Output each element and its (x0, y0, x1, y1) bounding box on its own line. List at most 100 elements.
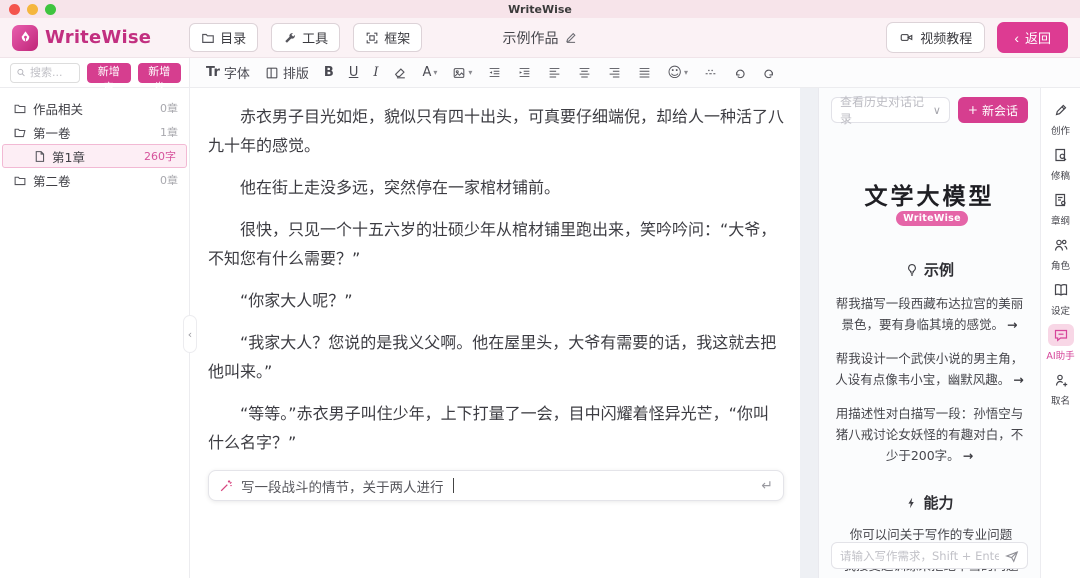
rail-item-label: 设定 (1051, 303, 1070, 317)
rail-item-label: 角色 (1051, 258, 1070, 272)
align-justify-icon (637, 66, 652, 79)
video-tutorial-button[interactable]: 视频教程 (886, 22, 985, 53)
titlebar: WriteWise (0, 0, 1080, 18)
chevron-down-icon: ∨ (933, 104, 941, 117)
align-left-button[interactable] (547, 66, 562, 79)
clear-format-button[interactable] (393, 66, 407, 80)
ai-chat-input[interactable] (840, 549, 999, 563)
brand: WriteWise (12, 25, 151, 51)
font-color-button[interactable]: A▾ (422, 65, 437, 80)
window-title: WriteWise (0, 3, 1080, 16)
sidebar-collapse-handle[interactable]: ‹ (183, 315, 197, 353)
image-insert-button[interactable]: ▾ (452, 66, 472, 80)
font-menu[interactable]: Tr 字体 (206, 63, 250, 82)
layout-menu[interactable]: 排版 (265, 63, 309, 82)
edit-pencil-icon[interactable] (565, 31, 578, 44)
chapter-count: 0章 (160, 172, 178, 188)
align-right-button[interactable] (607, 66, 622, 79)
indent-button[interactable] (517, 66, 532, 79)
divider-insert-button[interactable] (703, 66, 718, 79)
document-title: 示例作品 (503, 28, 578, 48)
content-area: 作品相关 0章 第一卷 1章 第1章 260字 第二卷 0章 ‹ (0, 88, 1080, 578)
ai-assistant-panel: 查看历史对话记录 ∨ + 新会话 文学大模型WriteWise 示例 帮我描写一… (818, 88, 1040, 578)
word-count: 260字 (144, 148, 176, 164)
pen-icon (1053, 102, 1069, 118)
paragraph: “我家大人？您说的是我义父啊。他在屋里头，大爷有需要的话，我这就去把他叫来。” (208, 328, 784, 386)
new-volume-button[interactable]: 新增卷 (138, 63, 182, 83)
document-outline-icon (1053, 192, 1069, 208)
example-prompt[interactable]: 帮我设计一个武侠小说的男主角，人设有点像韦小宝，幽默风趣。→ (832, 348, 1028, 390)
redo-icon (762, 66, 776, 79)
search-input[interactable] (30, 66, 74, 79)
tools-button[interactable]: 工具 (271, 23, 340, 52)
layout-icon (265, 66, 279, 80)
examples-title: 示例 (924, 259, 954, 280)
history-dropdown-placeholder: 查看历史对话记录 (840, 93, 933, 127)
redo-button[interactable] (762, 66, 776, 79)
tree-item-chapter-1[interactable]: 第1章 260字 (2, 144, 187, 168)
underline-button[interactable]: U (349, 65, 359, 80)
chevron-left-icon: ‹ (1014, 31, 1019, 45)
back-button[interactable]: ‹ 返回 (997, 22, 1068, 53)
search-icon (16, 67, 26, 78)
inline-ai-prompt-box[interactable]: 写一段战斗的情节，关于两人进行 ↵ (208, 470, 784, 501)
wrench-icon (283, 31, 297, 45)
framework-button[interactable]: 框架 (353, 23, 422, 52)
tree-item-volume-1[interactable]: 第一卷 1章 (0, 120, 189, 144)
italic-button[interactable]: I (373, 65, 378, 80)
tree-item-label: 第一卷 (33, 123, 71, 142)
rail-item-label: 章纲 (1051, 213, 1070, 227)
text-cursor (453, 478, 454, 493)
send-icon[interactable] (1005, 549, 1019, 563)
align-left-icon (547, 66, 562, 79)
align-center-icon (577, 66, 592, 79)
outdent-button[interactable] (487, 66, 502, 79)
paragraph: 他在街上走没多远，突然停在一家棺材铺前。 (208, 173, 784, 202)
new-chapter-button[interactable]: 新增章 (87, 63, 131, 83)
rail-item-label: 修稿 (1051, 168, 1070, 182)
model-badge: WriteWise (896, 211, 968, 226)
toolbar-row: 新增章 新增卷 Tr 字体 排版 B U I A▾ ▾ (0, 58, 1080, 88)
font-menu-label: 字体 (224, 63, 250, 82)
rail-item-create[interactable]: 创作 (1043, 99, 1079, 137)
chapter-sidebar: 作品相关 0章 第一卷 1章 第1章 260字 第二卷 0章 (0, 88, 190, 578)
example-prompt-text: 用描述性对白描写一段：孙悟空与猪八戒讨论女妖怪的有趣对白，不少于200字。 (836, 406, 1024, 463)
app-header: WriteWise 目录 工具 框架 示例作品 视频教程 (0, 18, 1080, 58)
catalog-button[interactable]: 目录 (189, 23, 258, 52)
tree-item-related-works[interactable]: 作品相关 0章 (0, 96, 189, 120)
feature-rail: 创作 修稿 章纲 角色 设定 AI助手 (1040, 88, 1080, 578)
example-prompt-text: 帮我描写一段西藏布达拉宫的美丽景色，要有身临其境的感觉。 (836, 296, 1024, 332)
history-dropdown[interactable]: 查看历史对话记录 ∨ (831, 97, 950, 123)
tree-item-label: 作品相关 (33, 99, 83, 118)
example-prompt[interactable]: 帮我描写一段西藏布达拉宫的美丽景色，要有身临其境的感觉。→ (832, 293, 1028, 335)
rail-item-outline[interactable]: 章纲 (1043, 189, 1079, 227)
caret-down-icon: ▾ (684, 68, 688, 77)
folder-icon (201, 31, 215, 45)
new-conversation-button[interactable]: + 新会话 (958, 97, 1028, 123)
rail-item-label: 创作 (1051, 123, 1070, 137)
tree-item-volume-2[interactable]: 第二卷 0章 (0, 168, 189, 192)
example-prompt[interactable]: 用描述性对白描写一段：孙悟空与猪八戒讨论女妖怪的有趣对白，不少于200字。→ (832, 403, 1028, 466)
undo-button[interactable] (733, 66, 747, 79)
bold-button[interactable]: B (324, 65, 334, 80)
ai-chat-input-box (831, 542, 1028, 569)
emoji-button[interactable]: ☺▾ (667, 65, 688, 81)
panel-gutter (800, 88, 818, 578)
rail-item-naming[interactable]: 取名 (1043, 369, 1079, 407)
editor[interactable]: ‹ 赤衣男子目光如炬，貌似只有四十出头，可真要仔细端倪，却给人一种活了八九十年的… (190, 88, 800, 578)
rail-item-revise[interactable]: 修稿 (1043, 144, 1079, 182)
layout-menu-label: 排版 (283, 63, 309, 82)
align-justify-button[interactable] (637, 66, 652, 79)
align-center-button[interactable] (577, 66, 592, 79)
search-box (10, 63, 80, 83)
paragraph: 很快，只见一个十五六岁的壮硕少年从棺材铺里跑出来，笑吟吟问：“大爷，不知您有什么… (208, 215, 784, 273)
model-title: 文学大模型 (865, 183, 995, 210)
rail-item-ai-assistant[interactable]: AI助手 (1043, 324, 1079, 362)
writewise-logo-icon (12, 25, 38, 51)
rail-item-characters[interactable]: 角色 (1043, 234, 1079, 272)
eraser-icon (393, 66, 407, 80)
chat-bubble-icon (1053, 327, 1069, 343)
undo-icon (733, 66, 747, 79)
rail-item-settings[interactable]: 设定 (1043, 279, 1079, 317)
enter-key-icon[interactable]: ↵ (761, 478, 773, 494)
